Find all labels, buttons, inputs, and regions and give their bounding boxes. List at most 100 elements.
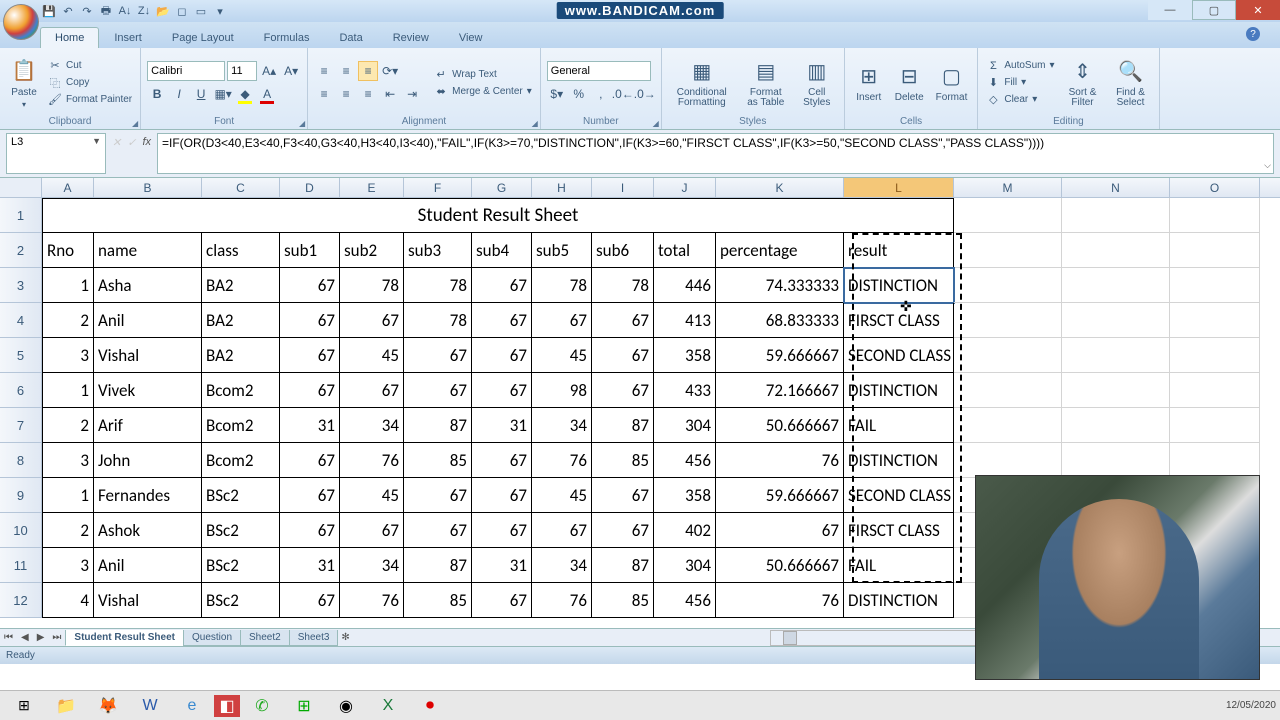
data-cell[interactable]: 67: [532, 303, 592, 338]
sheet-tab[interactable]: Question: [183, 630, 241, 646]
data-cell[interactable]: Bcom2: [202, 408, 280, 443]
tab-insert[interactable]: Insert: [99, 27, 157, 48]
data-cell[interactable]: 85: [404, 443, 472, 478]
data-cell[interactable]: 34: [340, 408, 404, 443]
comma-button[interactable]: ,: [591, 84, 611, 104]
cell[interactable]: [954, 268, 1062, 303]
new-icon[interactable]: ◻: [173, 2, 191, 20]
tab-view[interactable]: View: [444, 27, 498, 48]
cell[interactable]: [1170, 338, 1260, 373]
sheet-tab[interactable]: Sheet3: [289, 630, 339, 646]
data-cell[interactable]: FAIL: [844, 548, 954, 583]
cell[interactable]: [1170, 198, 1260, 233]
data-cell[interactable]: 433: [654, 373, 716, 408]
data-cell[interactable]: 76: [532, 443, 592, 478]
data-cell[interactable]: 67: [472, 478, 532, 513]
cell[interactable]: [1062, 268, 1170, 303]
data-cell[interactable]: 67: [716, 513, 844, 548]
align-center-button[interactable]: ≡: [336, 84, 356, 104]
dialog-launcher-icon[interactable]: ◢: [653, 119, 659, 128]
col-header[interactable]: N: [1062, 178, 1170, 197]
data-cell[interactable]: 1: [42, 373, 94, 408]
bold-button[interactable]: B: [147, 84, 167, 104]
data-cell[interactable]: Bcom2: [202, 373, 280, 408]
data-cell[interactable]: 67: [404, 478, 472, 513]
help-icon[interactable]: ?: [1246, 27, 1260, 41]
data-cell[interactable]: DISTINCTION: [844, 583, 954, 618]
sheet-tab[interactable]: Sheet2: [240, 630, 290, 646]
data-cell[interactable]: 67: [280, 338, 340, 373]
delete-button[interactable]: ⊟Delete: [891, 60, 928, 105]
copy-button[interactable]: ⿻Copy: [46, 75, 134, 91]
data-cell[interactable]: 4: [42, 583, 94, 618]
align-middle-button[interactable]: ≡: [336, 61, 356, 81]
format-button[interactable]: ▢Format: [932, 60, 972, 105]
data-cell[interactable]: 34: [532, 548, 592, 583]
data-cell[interactable]: 3: [42, 443, 94, 478]
data-cell[interactable]: FIRSCT CLASS: [844, 513, 954, 548]
data-cell[interactable]: 304: [654, 408, 716, 443]
orientation-button[interactable]: ⟳▾: [380, 61, 400, 81]
header-cell[interactable]: result: [844, 233, 954, 268]
data-cell[interactable]: 78: [404, 268, 472, 303]
data-cell[interactable]: Arif: [94, 408, 202, 443]
cut-button[interactable]: ✂Cut: [46, 58, 134, 74]
data-cell[interactable]: 50.666667: [716, 408, 844, 443]
fill-button[interactable]: ⬇Fill ▾: [984, 75, 1056, 91]
tab-formulas[interactable]: Formulas: [249, 27, 325, 48]
data-cell[interactable]: 3: [42, 548, 94, 583]
cell[interactable]: [1062, 408, 1170, 443]
dialog-launcher-icon[interactable]: ◢: [299, 119, 305, 128]
cell[interactable]: [1062, 443, 1170, 478]
first-sheet-button[interactable]: ⏮: [0, 632, 17, 643]
name-box[interactable]: L3▼: [6, 133, 106, 174]
cell[interactable]: [1170, 373, 1260, 408]
data-cell[interactable]: 87: [592, 548, 654, 583]
data-cell[interactable]: 78: [404, 303, 472, 338]
data-cell[interactable]: 31: [280, 408, 340, 443]
align-right-button[interactable]: ≡: [358, 84, 378, 104]
data-cell[interactable]: SECOND CLASS: [844, 338, 954, 373]
cell[interactable]: [954, 373, 1062, 408]
whatsapp-icon[interactable]: ✆: [242, 693, 282, 719]
cell[interactable]: [954, 338, 1062, 373]
data-cell[interactable]: 87: [404, 408, 472, 443]
dialog-launcher-icon[interactable]: ◢: [532, 119, 538, 128]
sort-desc-icon[interactable]: Z↓: [135, 2, 153, 20]
data-cell[interactable]: 50.666667: [716, 548, 844, 583]
data-cell[interactable]: 67: [592, 478, 654, 513]
data-cell[interactable]: 76: [340, 443, 404, 478]
find-select-button[interactable]: 🔍Find & Select: [1109, 56, 1153, 110]
data-cell[interactable]: 59.666667: [716, 478, 844, 513]
data-cell[interactable]: Asha: [94, 268, 202, 303]
col-header[interactable]: A: [42, 178, 94, 197]
data-cell[interactable]: BSc2: [202, 583, 280, 618]
expand-formula-icon[interactable]: ⌵: [1264, 160, 1271, 171]
data-cell[interactable]: 67: [592, 303, 654, 338]
data-cell[interactable]: 31: [280, 548, 340, 583]
font-name-combo[interactable]: [147, 61, 225, 81]
data-cell[interactable]: Anil: [94, 548, 202, 583]
shrink-font-button[interactable]: A▾: [281, 61, 301, 81]
data-cell[interactable]: BSc2: [202, 513, 280, 548]
qat-more-icon[interactable]: ▾: [211, 2, 229, 20]
header-cell[interactable]: sub2: [340, 233, 404, 268]
row-header[interactable]: 1: [0, 198, 42, 233]
data-cell[interactable]: Vivek: [94, 373, 202, 408]
col-header[interactable]: E: [340, 178, 404, 197]
align-left-button[interactable]: ≡: [314, 84, 334, 104]
cell[interactable]: [954, 198, 1062, 233]
inc-decimal-button[interactable]: .0←: [613, 84, 633, 104]
data-cell[interactable]: 358: [654, 338, 716, 373]
header-cell[interactable]: sub4: [472, 233, 532, 268]
row-header[interactable]: 2: [0, 233, 42, 268]
data-cell[interactable]: 45: [532, 478, 592, 513]
data-cell[interactable]: 3: [42, 338, 94, 373]
data-cell[interactable]: 67: [592, 373, 654, 408]
fill-color-button[interactable]: ◆: [235, 84, 255, 104]
row-header[interactable]: 8: [0, 443, 42, 478]
data-cell[interactable]: 67: [404, 513, 472, 548]
merge-center-button[interactable]: ⬌Merge & Center ▾: [432, 83, 534, 99]
data-cell[interactable]: 87: [404, 548, 472, 583]
data-cell[interactable]: 67: [592, 513, 654, 548]
